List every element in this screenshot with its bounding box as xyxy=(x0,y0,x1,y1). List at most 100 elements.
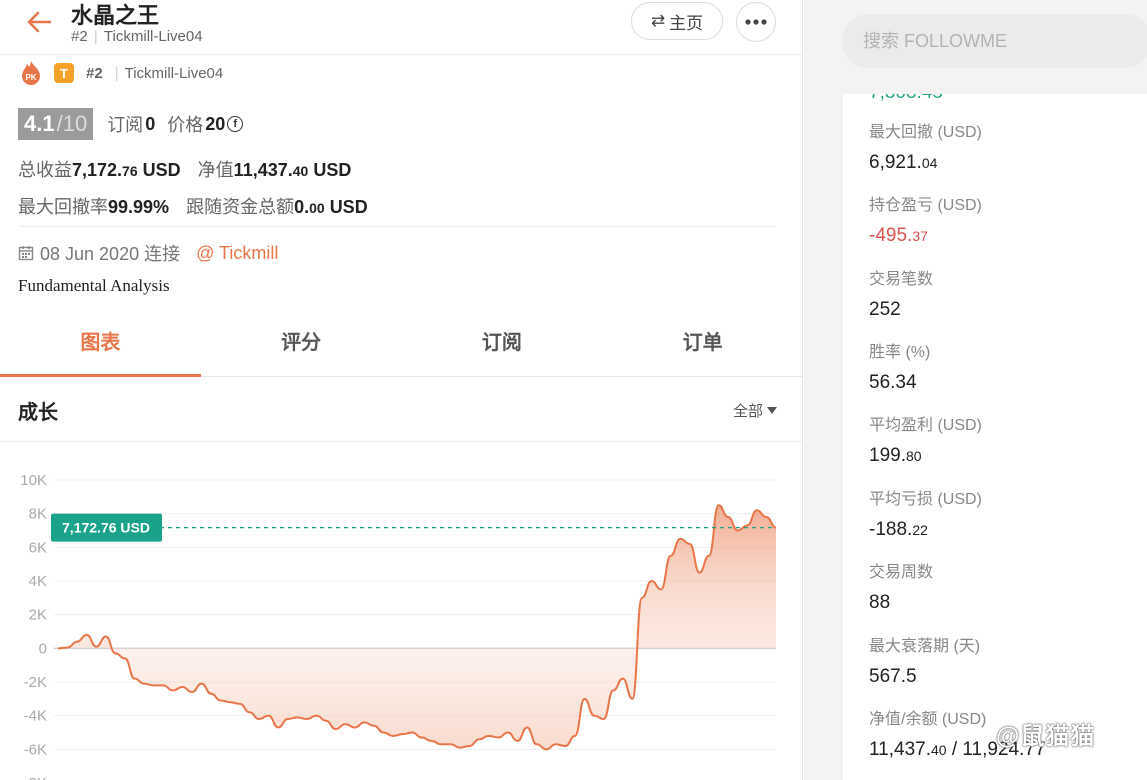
subscriptions-label: 订阅 xyxy=(107,115,144,135)
equity-dec: 40 xyxy=(292,163,309,179)
rating-score: 4.1/10 xyxy=(18,108,94,140)
growth-chart: 10K 8K 6K 4K 2K 0 -2K -4K -6K -8K 7,172.76 USD xyxy=(20,472,777,780)
badge-account: Tickmill-Live04 xyxy=(124,64,224,82)
stat-value: 199.80 xyxy=(869,445,922,466)
account-detail-panel: 水晶之王 #2 | Tickmill-Live04 ⇄ 主页 PK T #2 |… xyxy=(0,0,803,780)
stat-item: 最大回撤 (USD) 6,921.04 xyxy=(869,118,982,174)
account-text: Tickmill-Live04 xyxy=(103,28,203,45)
max-drawdown-label: 最大回撤率 xyxy=(18,197,108,217)
switch-icon: ⇄ xyxy=(650,11,666,30)
growth-section-header: 成长 全部 xyxy=(0,378,802,442)
connect-date: 08 Jun 2020 连接 xyxy=(40,244,181,264)
stat-value: 56.34 xyxy=(869,372,917,393)
stat-item: 平均亏损 (USD) -188.22 xyxy=(869,485,982,541)
score-max: /10 xyxy=(56,111,88,136)
drawdown-row: 最大回撤率99.99% 跟随资金总额0.00 USD xyxy=(18,193,368,219)
stat-item: 持仓盈亏 (USD) -495.37 xyxy=(869,191,982,247)
y-tick-label: 10K xyxy=(20,472,47,489)
stat-value: 6,921.04 xyxy=(869,152,938,173)
stat-value: -495.37 xyxy=(869,225,928,246)
strategy-description: Fundamental Analysis xyxy=(18,276,170,295)
pk-flame-icon: PK xyxy=(22,61,40,85)
caret-down-icon xyxy=(767,406,777,414)
stat-label: 平均亏损 (USD) xyxy=(869,491,982,508)
stat-value: 88 xyxy=(869,592,891,613)
equity-value: 11,437.40 USD xyxy=(234,160,352,180)
stat-label: 最大回撤 (USD) xyxy=(869,124,982,141)
total-profit-value: 7,172.76 USD xyxy=(72,160,181,180)
stat-label: 最大衰落期 (天) xyxy=(869,638,981,655)
subscriptions-value: 0 xyxy=(145,113,156,134)
total-profit-label: 总收益 xyxy=(18,160,72,180)
section-title: 成长 xyxy=(18,402,58,424)
y-tick-label: -4K xyxy=(24,708,47,725)
y-tick-label: 0 xyxy=(39,640,47,657)
follow-funds-int: 0. xyxy=(294,197,310,217)
stats-panel: 7,303.45 最大回撤 (USD) 6,921.04 持仓盈亏 (USD) -49… xyxy=(843,94,1147,780)
divider xyxy=(18,226,776,227)
more-options-button[interactable] xyxy=(736,2,776,42)
cut-off-value: 7,303.45 xyxy=(869,94,943,104)
tab-subscribe[interactable]: 订阅 xyxy=(402,315,603,376)
search-input[interactable]: 搜索 FOLLOWME xyxy=(842,14,1147,68)
stat-item: 胜率 (%) 56.34 xyxy=(869,338,930,394)
range-select-value: 全部 xyxy=(732,403,763,420)
reference-label: 7,172.76 USD xyxy=(62,520,150,536)
account-subtitle: #2 | Tickmill-Live04 xyxy=(71,28,203,45)
top-bar: 水晶之王 #2 | Tickmill-Live04 ⇄ 主页 xyxy=(0,0,802,55)
equity-unit: USD xyxy=(313,160,352,180)
broker-link[interactable]: @ Tickmill xyxy=(196,243,278,264)
stat-item: 平均盈利 (USD) 199.80 xyxy=(869,411,982,467)
follow-funds-dec: 00 xyxy=(309,200,325,216)
tab-orders[interactable]: 订单 xyxy=(602,315,802,376)
y-tick-label: -8K xyxy=(24,775,47,780)
total-profit-int: 7,172. xyxy=(72,160,123,180)
follow-funds-label: 跟随资金总额 xyxy=(186,197,295,217)
stat-item: 交易笔数 252 xyxy=(869,265,933,321)
calendar-icon xyxy=(18,246,34,261)
max-drawdown-value: 99.99% xyxy=(108,197,170,217)
tab-rating[interactable]: 评分 xyxy=(201,315,402,376)
stat-item: 最大衰落期 (天) 567.5 xyxy=(869,632,980,688)
back-arrow-icon[interactable] xyxy=(24,7,54,37)
total-profit-unit: USD xyxy=(142,160,181,180)
y-tick-label: 2K xyxy=(29,607,47,624)
profit-row: 总收益7,172.76 USD 净值11,437.40 USD xyxy=(18,156,351,182)
coin-icon: f xyxy=(227,116,244,132)
connect-info: 08 Jun 2020 连接 @ Tickmill xyxy=(18,240,278,266)
y-tick-label: 8K xyxy=(29,506,47,523)
home-button-label: 主页 xyxy=(669,13,704,33)
equity-int: 11,437. xyxy=(233,160,293,180)
stat-value: -188.22 xyxy=(869,519,928,540)
badge-row: PK T #2 | Tickmill-Live04 xyxy=(20,60,223,86)
tab-bar: 图表 评分 订阅 订单 xyxy=(0,315,802,377)
y-tick-label: 6K xyxy=(29,539,47,556)
range-select[interactable]: 全部 xyxy=(733,400,777,421)
stat-label: 持仓盈亏 (USD) xyxy=(869,197,982,214)
home-button[interactable]: ⇄ 主页 xyxy=(631,2,723,40)
rank-text: #2 xyxy=(71,28,88,45)
stat-label: 胜率 (%) xyxy=(869,344,931,361)
stat-label: 交易周数 xyxy=(869,564,934,581)
price-label: 价格 xyxy=(167,115,204,135)
badge-separator: | xyxy=(114,64,119,82)
equity-label: 净值 xyxy=(197,160,234,180)
t-badge: T xyxy=(54,63,74,83)
follow-funds-value: 0.00 USD xyxy=(294,197,368,217)
stat-label: 交易笔数 xyxy=(869,271,934,288)
stat-item: 交易周数 88 xyxy=(869,558,933,614)
y-tick-label: -6K xyxy=(24,741,47,758)
stat-value: 252 xyxy=(869,299,901,320)
stat-label: 平均盈利 (USD) xyxy=(869,417,982,434)
tab-chart[interactable]: 图表 xyxy=(0,315,201,377)
price-value: 20 xyxy=(205,113,226,134)
watermark: @鼠猫猫 xyxy=(996,723,1096,750)
stat-value: 567.5 xyxy=(869,666,917,687)
more-dots-icon xyxy=(745,19,767,25)
y-tick-label: 4K xyxy=(29,573,47,590)
score-row: 4.1/10 订阅 0 价格 20 f xyxy=(18,108,244,140)
score-value: 4.1 xyxy=(24,111,55,136)
svg-text:PK: PK xyxy=(25,73,36,82)
total-profit-dec: 76 xyxy=(122,163,138,179)
page-title: 水晶之王 xyxy=(71,3,160,28)
